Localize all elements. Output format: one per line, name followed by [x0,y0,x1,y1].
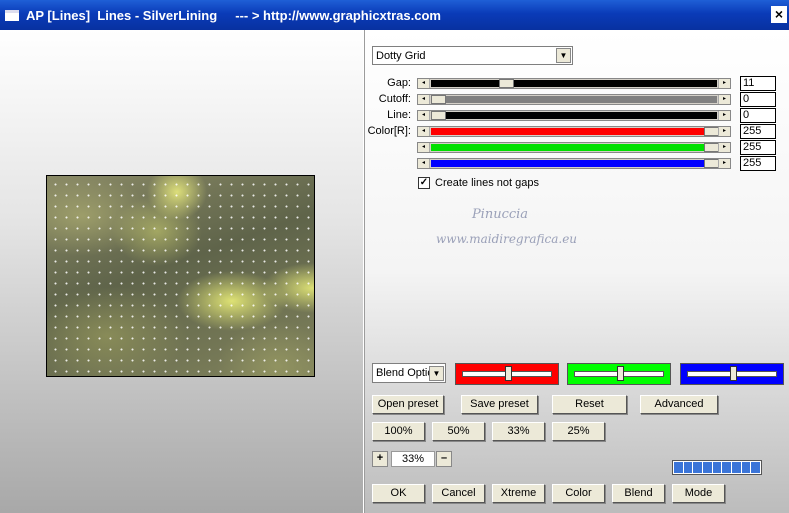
chevron-down-icon[interactable]: ▼ [429,365,444,381]
param-value-field[interactable]: 11 [740,76,776,91]
color-channel-slider[interactable] [567,363,671,385]
slider-thumb[interactable] [431,95,446,104]
param-value-field[interactable]: 0 [740,92,776,107]
xtreme-button[interactable]: Xtreme [492,484,545,503]
param-value-field[interactable]: 0 [740,108,776,123]
param-slider[interactable]: ◂ ▸ [417,78,731,89]
slider-track[interactable] [431,96,717,103]
param-slider[interactable]: ◂ ▸ [417,142,731,153]
zoom-25-button[interactable]: 25% [552,422,605,441]
slider-thumb[interactable] [704,159,719,168]
zoom-33-button[interactable]: 33% [492,422,545,441]
preview-pane [0,30,363,513]
slider-track[interactable] [431,112,717,119]
window-icon [5,9,19,21]
progress-segment [703,462,712,473]
mode-select[interactable]: Dotty Grid ▼ [372,46,573,65]
color-channel-slider[interactable] [680,363,784,385]
param-label: Line: [387,109,411,121]
open-preset-button[interactable]: Open preset [372,395,444,414]
param-slider[interactable]: ◂ ▸ [417,158,731,169]
title-bar: AP [Lines] Lines - SilverLining --- > ht… [0,0,789,30]
preview-image [46,175,315,377]
param-value-field[interactable]: 255 [740,140,776,155]
zoom-level-field[interactable]: 33% [391,451,435,467]
blend-select-value: Blend Optio [376,367,429,379]
param-label: Color[R]: [367,125,411,137]
ok-button[interactable]: OK [372,484,425,503]
zoom-50-button[interactable]: 50% [432,422,485,441]
slider-right-arrow-icon[interactable]: ▸ [718,79,730,88]
watermark-url: www.maidiregrafica.eu [436,232,578,246]
progress-segment [683,462,693,473]
param-slider[interactable]: ◂ ▸ [417,126,731,137]
zoom-in-button[interactable]: + [372,451,388,467]
slider-right-arrow-icon[interactable]: ▸ [718,143,730,152]
color-channel-slider[interactable] [455,363,559,385]
close-button[interactable]: × [771,6,787,23]
slider-right-arrow-icon[interactable]: ▸ [718,95,730,104]
param-label: Gap: [387,77,411,89]
slider-thumb[interactable] [431,111,446,120]
slider-left-arrow-icon[interactable]: ◂ [418,95,430,104]
color-button[interactable]: Color [552,484,605,503]
slider-left-arrow-icon[interactable]: ◂ [418,111,430,120]
param-value-field[interactable]: 255 [740,156,776,171]
slider-left-arrow-icon[interactable]: ◂ [418,127,430,136]
slider-track[interactable] [431,160,717,167]
slider-thumb[interactable] [704,127,719,136]
slider-left-arrow-icon[interactable]: ◂ [418,159,430,168]
reset-button[interactable]: Reset [552,395,627,414]
mode-select-value: Dotty Grid [376,49,426,62]
param-slider[interactable]: ◂ ▸ [417,94,731,105]
slider-right-arrow-icon[interactable]: ▸ [718,111,730,120]
progress-segment [674,462,683,473]
progress-segment [693,462,703,473]
blend-options-select[interactable]: Blend Optio ▼ [372,363,446,383]
slider-thumb[interactable] [704,143,719,152]
save-preset-button[interactable]: Save preset [461,395,538,414]
progress-segment [712,462,722,473]
slider-track[interactable] [431,80,717,87]
zoom-100-button[interactable]: 100% [372,422,425,441]
progress-segment [722,462,732,473]
slider-left-arrow-icon[interactable]: ◂ [418,143,430,152]
mode-button[interactable]: Mode [672,484,725,503]
slider-right-arrow-icon[interactable]: ▸ [718,159,730,168]
progress-segment [732,462,741,473]
slider-left-arrow-icon[interactable]: ◂ [418,79,430,88]
window-title: AP [Lines] Lines - SilverLining --- > ht… [26,7,441,23]
mini-thumb[interactable] [730,366,737,381]
slider-track[interactable] [431,144,717,151]
progress-segment [741,462,751,473]
param-slider[interactable]: ◂ ▸ [417,110,731,121]
progress-segment [751,462,761,473]
param-value-field[interactable]: 255 [740,124,776,139]
watermark-name: Pinuccia [471,207,529,222]
slider-track[interactable] [431,128,717,135]
cancel-button[interactable]: Cancel [432,484,485,503]
blend-button[interactable]: Blend [612,484,665,503]
progress-indicator [672,460,762,475]
slider-thumb[interactable] [499,79,514,88]
mini-thumb[interactable] [617,366,624,381]
create-lines-label: Create lines not gaps [435,177,539,189]
zoom-out-button[interactable]: – [436,451,452,467]
mini-thumb[interactable] [505,366,512,381]
chevron-down-icon[interactable]: ▼ [556,48,571,63]
param-label: Cutoff: [378,93,411,105]
advanced-button[interactable]: Advanced [640,395,718,414]
slider-right-arrow-icon[interactable]: ▸ [718,127,730,136]
create-lines-checkbox[interactable]: ✓ [418,177,430,189]
